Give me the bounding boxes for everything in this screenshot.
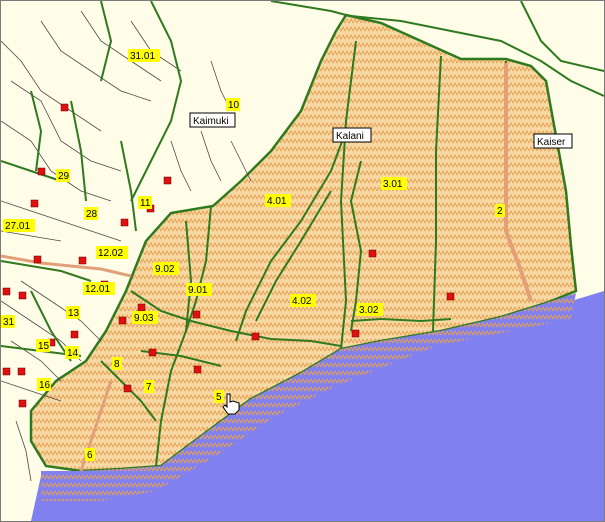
tract-label-text: 31: [3, 317, 15, 328]
tract-label: 16: [37, 378, 51, 391]
tract-label: 5: [214, 390, 224, 403]
tract-label-text: 4.01: [267, 196, 287, 207]
tract-label: 12.01: [83, 282, 115, 295]
location-marker[interactable]: [120, 218, 129, 227]
location-marker[interactable]: [123, 384, 132, 393]
tract-label: 3.02: [357, 303, 383, 316]
tract-label: 7: [144, 380, 154, 393]
tract-label: 28: [84, 207, 98, 220]
tract-label: 12.02: [96, 246, 128, 259]
map-view[interactable]: 31.01 10 29 28 27.01 11 12.02 12.01 13 1…: [0, 0, 605, 522]
place-label-text: Kaimuki: [193, 116, 229, 127]
tract-label-text: 27.01: [5, 221, 30, 232]
location-marker[interactable]: [251, 332, 260, 341]
location-marker[interactable]: [18, 291, 27, 300]
tract-label-text: 3.02: [359, 305, 379, 316]
tract-label: 9.02: [153, 262, 179, 275]
tract-label-text: 15: [38, 341, 50, 352]
tract-label: 31: [1, 315, 15, 328]
tract-label-text: 4.02: [292, 296, 312, 307]
place-label-kalani: Kalani: [332, 127, 372, 143]
tract-label: 3.01: [381, 177, 407, 190]
tract-label-text: 6: [87, 450, 93, 461]
location-marker[interactable]: [2, 287, 11, 296]
location-marker[interactable]: [148, 348, 157, 357]
tract-label-text: 31.01: [130, 51, 155, 62]
tract-label: 14: [65, 346, 79, 359]
tract-label-text: 16: [39, 380, 51, 391]
tract-label: 11: [138, 196, 152, 209]
location-marker[interactable]: [192, 310, 201, 319]
tract-label-text: 10: [228, 100, 240, 111]
location-marker[interactable]: [2, 367, 11, 376]
tract-label: 9.01: [186, 283, 212, 296]
location-marker[interactable]: [18, 399, 27, 408]
tract-label-text: 12.02: [98, 248, 123, 259]
location-marker[interactable]: [78, 256, 87, 265]
tract-label-text: 11: [140, 198, 151, 209]
tract-label-text: 7: [146, 382, 152, 393]
tract-label: 4.01: [265, 194, 291, 207]
location-marker[interactable]: [30, 199, 39, 208]
place-label-kaiser: Kaiser: [533, 133, 573, 149]
tract-label-text: 13: [68, 308, 80, 319]
place-label-kaimuki: Kaimuki: [189, 112, 236, 128]
tract-label-text: 3.01: [383, 179, 403, 190]
tract-label-text: 28: [86, 209, 98, 220]
location-marker[interactable]: [33, 255, 42, 264]
tract-label: 10: [226, 98, 240, 111]
location-marker[interactable]: [351, 329, 360, 338]
tract-label-text: 12.01: [85, 284, 110, 295]
location-marker[interactable]: [163, 176, 172, 185]
tract-label: 15: [36, 339, 50, 352]
location-marker[interactable]: [60, 103, 69, 112]
location-marker[interactable]: [17, 367, 26, 376]
location-marker[interactable]: [118, 316, 127, 325]
tract-label-text: 8: [114, 359, 120, 370]
tract-label: 13: [66, 306, 80, 319]
location-marker[interactable]: [70, 330, 79, 339]
tract-label-text: 2: [497, 206, 503, 217]
place-label-text: Kalani: [336, 131, 364, 142]
location-marker[interactable]: [446, 292, 455, 301]
tract-label-text: 5: [216, 392, 222, 403]
tract-label: 29: [56, 169, 70, 182]
location-marker[interactable]: [137, 303, 146, 312]
tract-label-text: 9.01: [188, 285, 208, 296]
location-marker[interactable]: [368, 249, 377, 258]
location-marker[interactable]: [193, 365, 202, 374]
map-canvas[interactable]: 31.01 10 29 28 27.01 11 12.02 12.01 13 1…: [1, 1, 604, 521]
tract-label: 8: [112, 357, 122, 370]
location-marker[interactable]: [37, 167, 46, 176]
tract-label: 6: [85, 448, 95, 461]
tract-label: 31.01: [128, 49, 160, 62]
place-label-text: Kaiser: [537, 137, 566, 148]
tract-label-text: 14: [67, 348, 79, 359]
tract-label: 2: [495, 204, 505, 217]
tract-label-text: 9.03: [134, 313, 154, 324]
tract-label: 4.02: [290, 294, 316, 307]
tract-label: 27.01: [3, 219, 35, 232]
tract-label: 9.03: [132, 311, 158, 324]
tract-label-text: 29: [58, 171, 70, 182]
tract-label-text: 9.02: [155, 264, 175, 275]
